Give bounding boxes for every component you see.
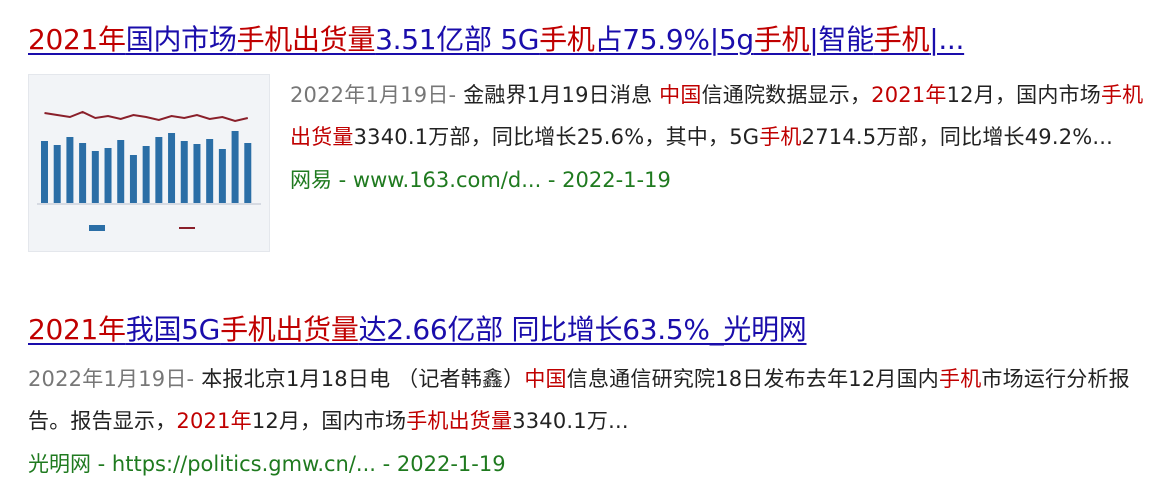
- highlighted-keyword: 手机: [939, 367, 982, 391]
- thumbnail-bar: [244, 143, 252, 203]
- thumbnail-legend-bar-swatch: [89, 225, 105, 231]
- thumbnail-bar: [79, 143, 87, 203]
- thumbnail-bar: [206, 139, 214, 203]
- highlighted-keyword: 中国: [659, 83, 702, 107]
- highlighted-keyword: 手机: [753, 23, 810, 56]
- text-fragment: 本报北京1月18日电 （记者韩鑫）: [201, 367, 525, 391]
- text-fragment: 信息通信研究院18日发布去年12月国内: [566, 367, 940, 391]
- highlighted-keyword: 手机出货量: [406, 409, 513, 433]
- result-snippet: 2022年1月19日- 金融界1月19日消息 中国信通院数据显示，2021年12…: [290, 74, 1144, 158]
- text-fragment: 达2.66亿部 同比增长63.5%_光明网: [358, 313, 807, 346]
- highlighted-keyword: 手机: [539, 23, 595, 56]
- result-title-link[interactable]: 2021年国内市场手机出货量3.51亿部 5G手机占75.9%|5g手机|智能手…: [28, 18, 1144, 62]
- result-source-link[interactable]: 光明网 - https://politics.gmw.cn/... - 2022…: [28, 444, 1144, 484]
- thumbnail-bar: [193, 144, 201, 203]
- result-text-column: 2022年1月19日- 金融界1月19日消息 中国信通院数据显示，2021年12…: [290, 74, 1144, 252]
- thumbnail-bar: [41, 141, 48, 203]
- result-snippet: 2022年1月19日- 本报北京1月18日电 （记者韩鑫）中国信息通信研究院18…: [28, 358, 1144, 442]
- highlighted-keyword: 2021年: [176, 409, 252, 433]
- text-fragment: 国内市场: [125, 23, 237, 56]
- result-date: 2022年1月19日-: [28, 367, 202, 391]
- thumbnail-bar: [155, 137, 163, 203]
- highlighted-keyword: 中国: [524, 367, 567, 391]
- text-fragment: 2714.5万部，同比增长49.2%...: [801, 125, 1114, 149]
- text-fragment: 3.51亿部 5G: [375, 23, 540, 56]
- text-fragment: 12月，国内市场: [251, 409, 407, 433]
- text-fragment: 我国5G: [125, 313, 221, 346]
- highlighted-keyword: 2021年: [871, 83, 947, 107]
- result-body: 2022年1月19日- 金融界1月19日消息 中国信通院数据显示，2021年12…: [28, 74, 1144, 252]
- result-thumbnail[interactable]: [28, 74, 270, 252]
- highlighted-keyword: 手机: [759, 125, 802, 149]
- result-source-link[interactable]: 网易 - www.163.com/d... - 2022-1-19: [290, 160, 1144, 200]
- thumbnail-bar: [180, 141, 188, 203]
- text-fragment: 信通院数据显示，: [701, 83, 872, 107]
- thumbnail-bar: [142, 146, 150, 203]
- highlighted-keyword: 2021年: [28, 23, 126, 56]
- thumbnail-bar: [66, 137, 74, 203]
- text-fragment: 占75.9%|5g: [594, 23, 755, 56]
- search-result-1: 2021年国内市场手机出货量3.51亿部 5G手机占75.9%|5g手机|智能手…: [28, 18, 1144, 252]
- result-title-link[interactable]: 2021年我国5G手机出货量达2.66亿部 同比增长63.5%_光明网: [28, 308, 1144, 352]
- thumbnail-bar: [129, 155, 137, 203]
- thumbnail-bar: [168, 133, 176, 203]
- text-fragment: |...: [929, 23, 965, 56]
- thumbnail-bar: [117, 140, 125, 203]
- text-fragment: 金融界1月19日消息: [463, 83, 660, 107]
- thumbnail-bar: [91, 151, 99, 203]
- thumbnail-chart-image: [37, 110, 261, 231]
- text-fragment: |智能: [809, 23, 874, 56]
- thumbnail-line: [44, 110, 249, 123]
- text-fragment: 3340.1万...: [512, 409, 629, 433]
- thumbnail-bar: [231, 131, 239, 203]
- result-date: 2022年1月19日-: [290, 83, 464, 107]
- highlighted-keyword: 手机出货量: [220, 313, 359, 346]
- thumbnail-bar: [218, 149, 226, 203]
- thumbnail-bar: [53, 145, 61, 203]
- highlighted-keyword: 2021年: [28, 313, 126, 346]
- text-fragment: 3340.1万部，同比增长25.6%，其中，5G: [353, 125, 760, 149]
- highlighted-keyword: 手机出货量: [236, 23, 376, 56]
- text-fragment: 12月，国内市场: [946, 83, 1101, 107]
- search-result-2: 2021年我国5G手机出货量达2.66亿部 同比增长63.5%_光明网 2022…: [28, 308, 1144, 484]
- thumbnail-bar: [104, 148, 112, 203]
- highlighted-keyword: 手机: [873, 23, 930, 56]
